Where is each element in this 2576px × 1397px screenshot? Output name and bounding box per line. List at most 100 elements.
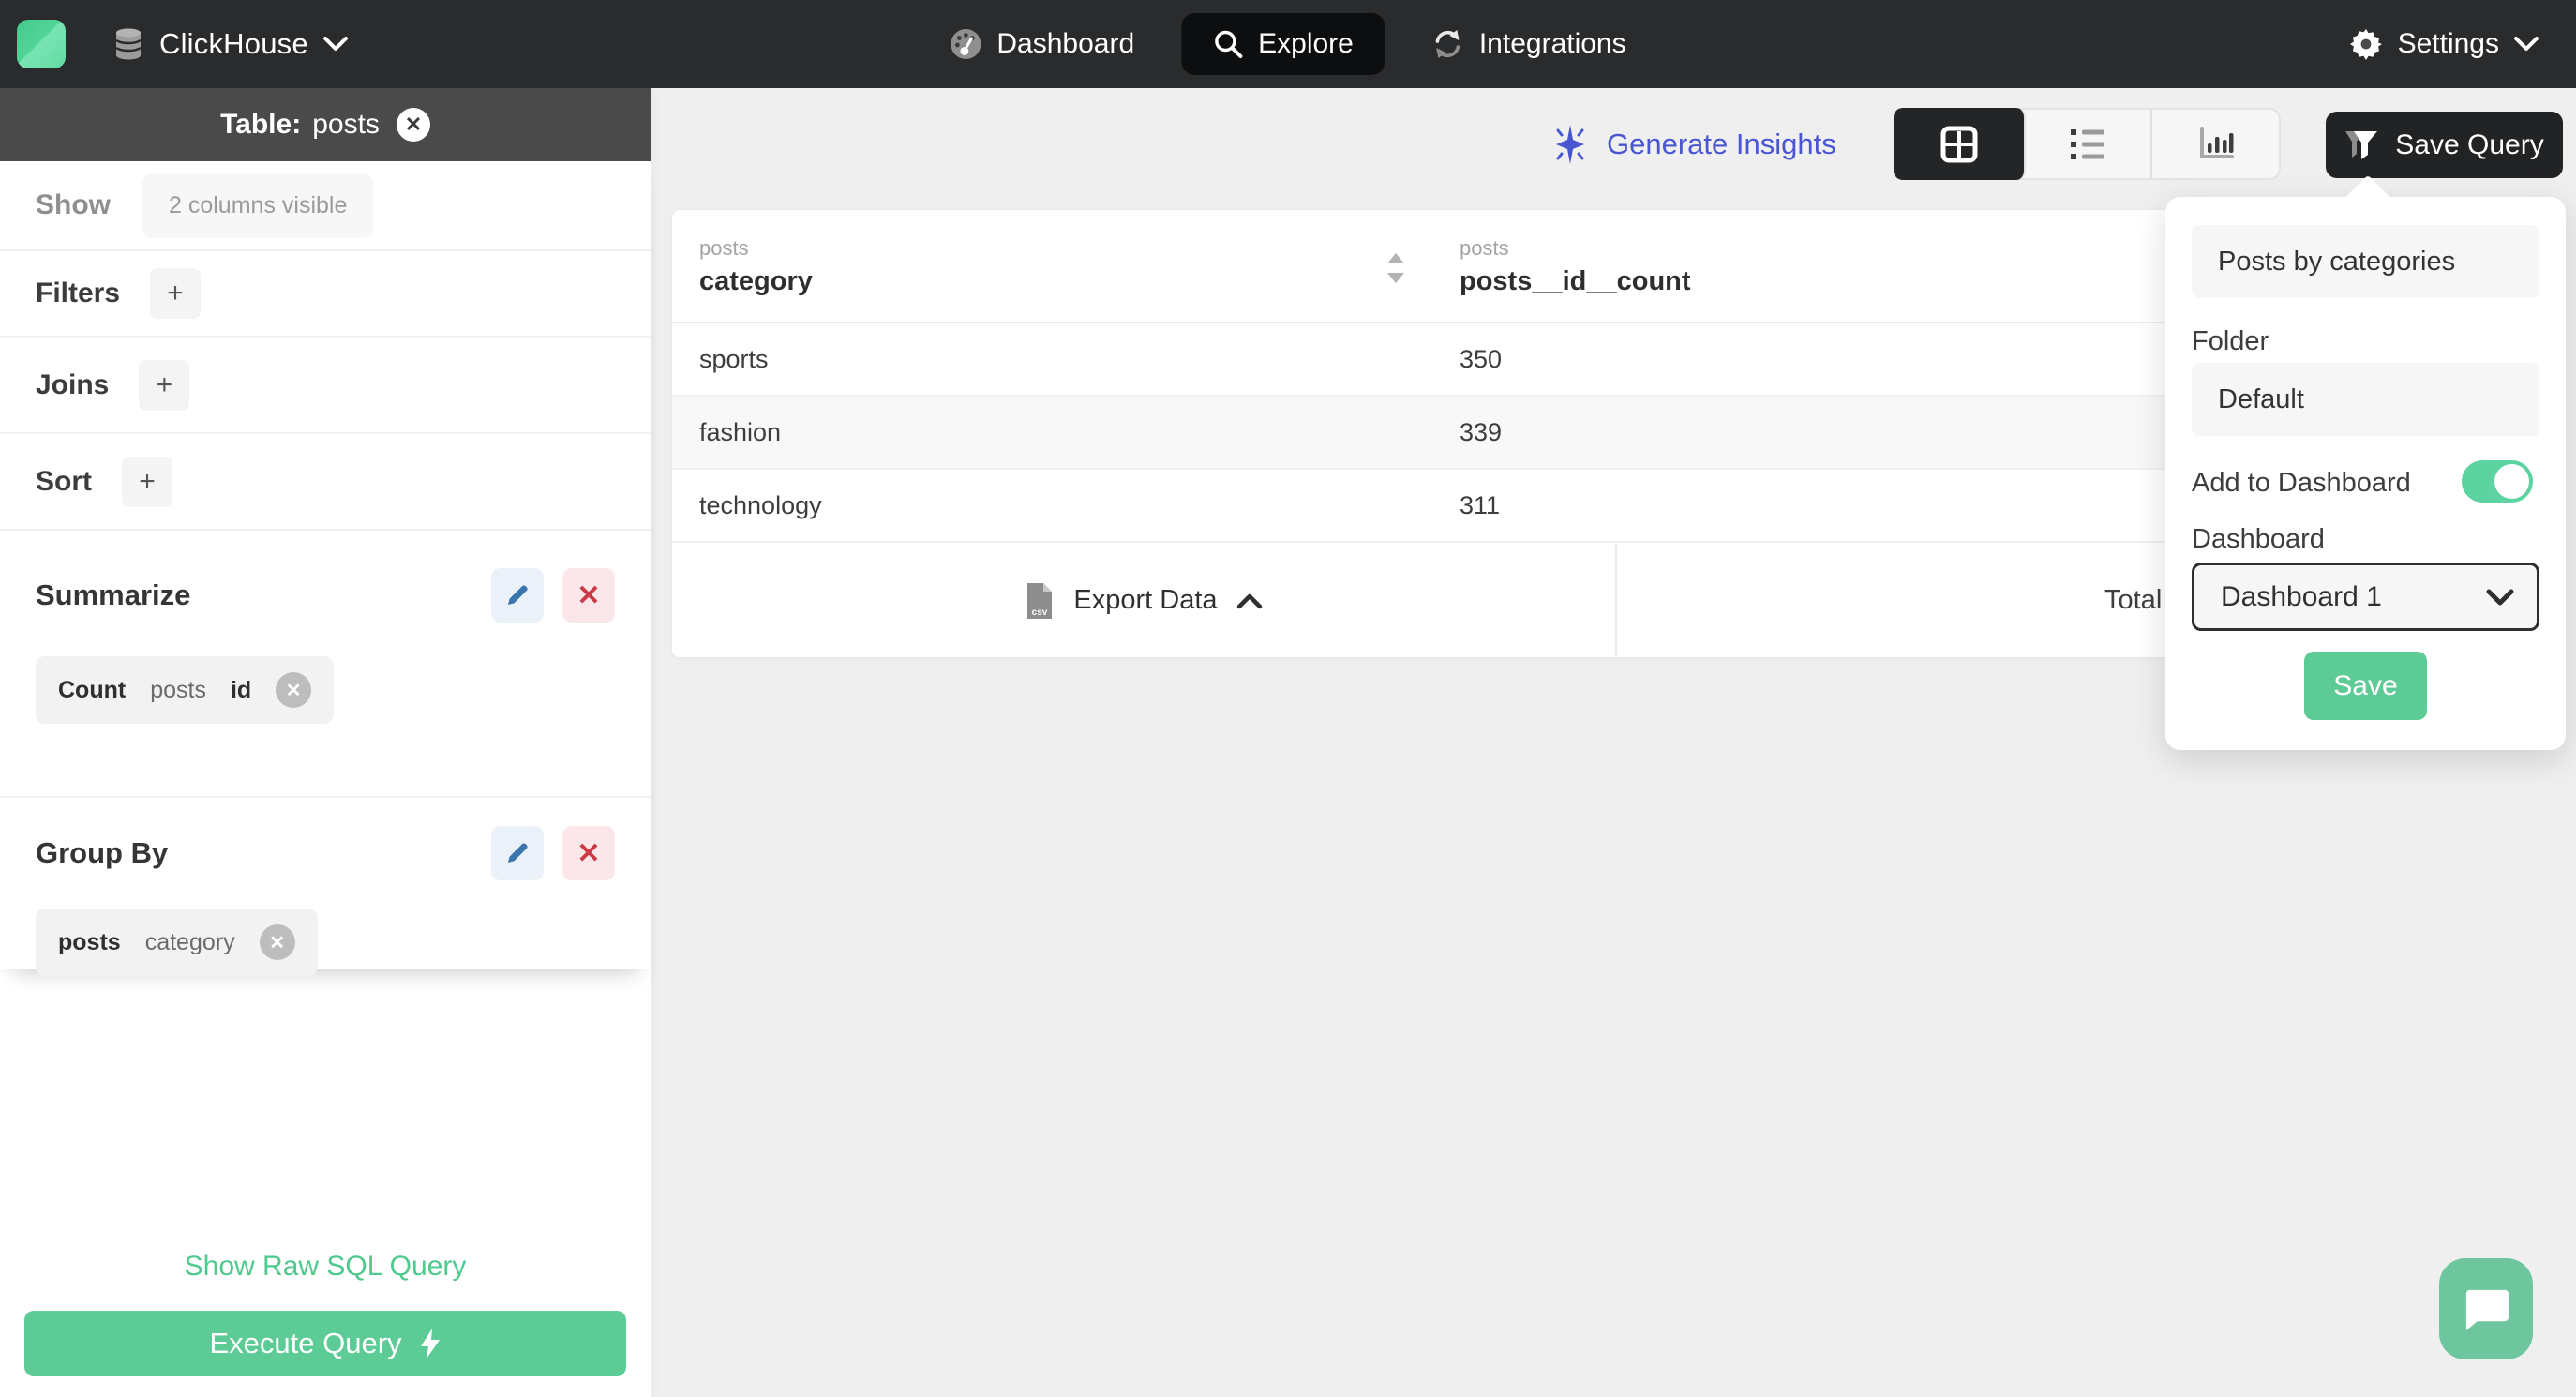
edit-summarize-button[interactable] bbox=[491, 568, 544, 623]
settings-menu[interactable]: Settings bbox=[2349, 0, 2539, 88]
cell-category: sports bbox=[699, 344, 769, 373]
table-view-icon bbox=[1940, 126, 1977, 162]
columns-visible-chip[interactable]: 2 columns visible bbox=[142, 173, 374, 238]
execute-query-label: Execute Query bbox=[209, 1327, 402, 1359]
save-query-label: Save Query bbox=[2395, 128, 2544, 160]
brand-name: ClickHouse bbox=[159, 27, 308, 60]
column-header-category[interactable]: category bbox=[699, 266, 813, 297]
remove-summarize-button[interactable]: ✕ bbox=[562, 568, 615, 623]
cell-category: fashion bbox=[699, 417, 782, 446]
export-data-label: Export Data bbox=[1073, 585, 1218, 615]
popover-save-button[interactable]: Save bbox=[2304, 652, 2427, 720]
add-filter-button[interactable]: + bbox=[150, 268, 202, 319]
dashboard-select[interactable]: Dashboard 1 bbox=[2192, 563, 2539, 631]
gauge-icon bbox=[951, 29, 981, 59]
group-by-table: posts bbox=[58, 928, 121, 955]
column-group: posts bbox=[699, 236, 749, 260]
footer-divider bbox=[1615, 544, 1617, 657]
table-view-toggle[interactable] bbox=[1894, 108, 2026, 180]
show-label: Show bbox=[36, 189, 111, 220]
column-group: posts bbox=[1460, 236, 1509, 260]
sidebar-sections: Show 2 columns visible Filters + Joins +… bbox=[0, 161, 651, 976]
generate-insights-link[interactable]: Generate Insights bbox=[1550, 112, 1836, 177]
summarize-table: posts bbox=[150, 676, 206, 703]
cell-count: 339 bbox=[1460, 417, 1503, 446]
chat-widget-button[interactable] bbox=[2439, 1258, 2533, 1359]
view-toggle-group bbox=[1894, 108, 2281, 180]
main-nav: Dashboard Explore Integrations bbox=[940, 0, 1635, 88]
dashboard-label: Dashboard bbox=[2192, 524, 2325, 554]
lightning-icon bbox=[420, 1329, 440, 1359]
chevron-up-icon bbox=[1236, 593, 1262, 608]
sort-icon[interactable] bbox=[1385, 251, 1407, 290]
add-sort-button[interactable]: + bbox=[122, 456, 172, 507]
table-name: posts bbox=[312, 109, 380, 140]
add-join-button[interactable]: + bbox=[139, 359, 190, 411]
chevron-down-icon bbox=[2514, 37, 2539, 51]
brand-cluster[interactable]: ClickHouse bbox=[17, 0, 348, 88]
list-view-toggle[interactable] bbox=[2024, 110, 2152, 178]
export-data-button[interactable]: csv Export Data bbox=[672, 544, 1615, 657]
pencil-icon bbox=[508, 843, 528, 863]
nav-item-integrations[interactable]: Integrations bbox=[1423, 13, 1636, 75]
app-logo bbox=[17, 20, 66, 68]
joins-row: Joins + bbox=[0, 338, 651, 434]
filters-label: Filters bbox=[36, 278, 121, 308]
sort-row: Sort + bbox=[0, 434, 651, 531]
save-query-popover: Folder Add to Dashboard Dashboard Dashbo… bbox=[2165, 197, 2566, 750]
cell-count: 311 bbox=[1460, 490, 1501, 519]
folder-input[interactable] bbox=[2192, 363, 2539, 436]
chart-view-icon bbox=[2199, 126, 2234, 158]
chevron-down-icon bbox=[2486, 589, 2514, 605]
settings-label: Settings bbox=[2397, 28, 2499, 59]
list-view-icon bbox=[2070, 128, 2104, 159]
summarize-label: Summarize bbox=[36, 578, 191, 611]
top-navbar: ClickHouse Dashboard Explore Integration… bbox=[0, 0, 2576, 88]
chevron-down-icon bbox=[322, 37, 348, 52]
summarize-agg: Count bbox=[58, 676, 127, 703]
filters-row: Filters + bbox=[0, 251, 651, 338]
query-name-input[interactable] bbox=[2192, 225, 2539, 298]
summarize-column: id bbox=[230, 676, 252, 703]
add-to-dashboard-toggle[interactable] bbox=[2462, 460, 2533, 503]
chat-bubble-icon bbox=[2465, 1289, 2509, 1330]
show-row: Show 2 columns visible bbox=[0, 161, 651, 251]
close-table-icon[interactable]: ✕ bbox=[396, 108, 430, 142]
group-by-column: category bbox=[144, 928, 235, 955]
nav-item-explore[interactable]: Explore bbox=[1181, 13, 1385, 75]
toggle-knob bbox=[2494, 464, 2529, 499]
nav-item-label: Dashboard bbox=[996, 28, 1135, 59]
remove-summarize-field-icon[interactable]: ✕ bbox=[276, 672, 312, 708]
cell-category: technology bbox=[699, 490, 822, 519]
remove-group-by-field-icon[interactable]: ✕ bbox=[259, 924, 295, 960]
gear-icon bbox=[2349, 29, 2382, 60]
sync-icon bbox=[1436, 30, 1460, 58]
column-header-count[interactable]: posts__id__count bbox=[1460, 266, 1691, 297]
group-by-chip: posts category ✕ bbox=[36, 909, 318, 976]
sort-label: Sort bbox=[36, 465, 92, 497]
funnel-icon bbox=[2345, 130, 2378, 159]
sparkle-icon bbox=[1556, 125, 1584, 164]
group-by-label: Group By bbox=[36, 836, 169, 869]
show-raw-sql-link[interactable]: Show Raw SQL Query bbox=[0, 1251, 651, 1283]
add-to-dashboard-label: Add to Dashboard bbox=[2192, 468, 2411, 498]
search-icon bbox=[1214, 30, 1243, 58]
save-query-button[interactable]: Save Query bbox=[2326, 112, 2563, 178]
svg-text:csv: csv bbox=[1032, 608, 1048, 618]
summarize-chip: Count posts id ✕ bbox=[36, 656, 335, 724]
folder-label: Folder bbox=[2192, 326, 2269, 356]
joins-label: Joins bbox=[36, 368, 110, 400]
query-builder-sidebar: Table: posts ✕ Show 2 columns visible Fi… bbox=[0, 88, 651, 1397]
remove-group-by-button[interactable]: ✕ bbox=[562, 826, 615, 880]
execute-query-button[interactable]: Execute Query bbox=[24, 1311, 626, 1376]
nav-item-dashboard[interactable]: Dashboard bbox=[940, 13, 1144, 75]
nav-item-label: Explore bbox=[1258, 28, 1354, 59]
pencil-icon bbox=[508, 585, 528, 605]
chart-view-toggle[interactable] bbox=[2152, 110, 2279, 178]
csv-file-icon: csv bbox=[1027, 582, 1053, 619]
database-icon bbox=[114, 28, 142, 60]
table-header-bar: Table: posts ✕ bbox=[0, 88, 651, 161]
cell-count: 350 bbox=[1460, 344, 1503, 373]
edit-group-by-button[interactable] bbox=[491, 826, 544, 880]
generate-insights-label: Generate Insights bbox=[1607, 128, 1836, 160]
